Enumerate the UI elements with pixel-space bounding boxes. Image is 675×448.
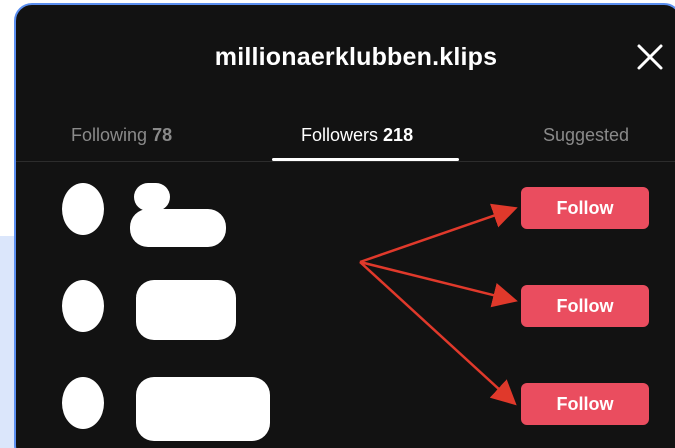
follow-button[interactable]: Follow <box>521 383 649 425</box>
page: millionaerklubben.klips Following 78 Fol… <box>0 0 675 448</box>
dialog-title: millionaerklubben.klips <box>214 43 498 71</box>
redacted-display-name <box>130 209 226 247</box>
tab-followers-label: Followers <box>301 125 379 145</box>
follow-button[interactable]: Follow <box>521 285 649 327</box>
close-button[interactable] <box>635 42 665 72</box>
redacted-user-info <box>136 377 270 441</box>
avatar[interactable] <box>62 280 104 332</box>
follow-button[interactable]: Follow <box>521 187 649 229</box>
tab-suggested[interactable]: Suggested <box>543 125 629 146</box>
close-icon <box>637 44 663 70</box>
tab-following[interactable]: Following 78 <box>71 125 172 146</box>
active-tab-indicator <box>272 158 459 161</box>
tab-bar: Following 78 Followers 218 Suggested <box>16 113 675 162</box>
tab-suggested-label: Suggested <box>543 125 630 145</box>
avatar[interactable] <box>62 377 104 429</box>
tab-followers-count: 218 <box>383 125 414 145</box>
follower-row: 3 Follow <box>16 371 675 441</box>
redacted-username <box>134 183 170 211</box>
tab-following-count: 78 <box>152 125 173 145</box>
tab-following-label: Following <box>71 125 148 145</box>
follower-row: 4 Follow <box>16 275 675 345</box>
follower-row: Follow <box>16 177 675 247</box>
avatar[interactable] <box>62 183 104 235</box>
followers-dialog: millionaerklubben.klips Following 78 Fol… <box>14 3 675 448</box>
tab-followers[interactable]: Followers 218 <box>301 125 413 146</box>
redacted-user-info <box>136 280 236 340</box>
